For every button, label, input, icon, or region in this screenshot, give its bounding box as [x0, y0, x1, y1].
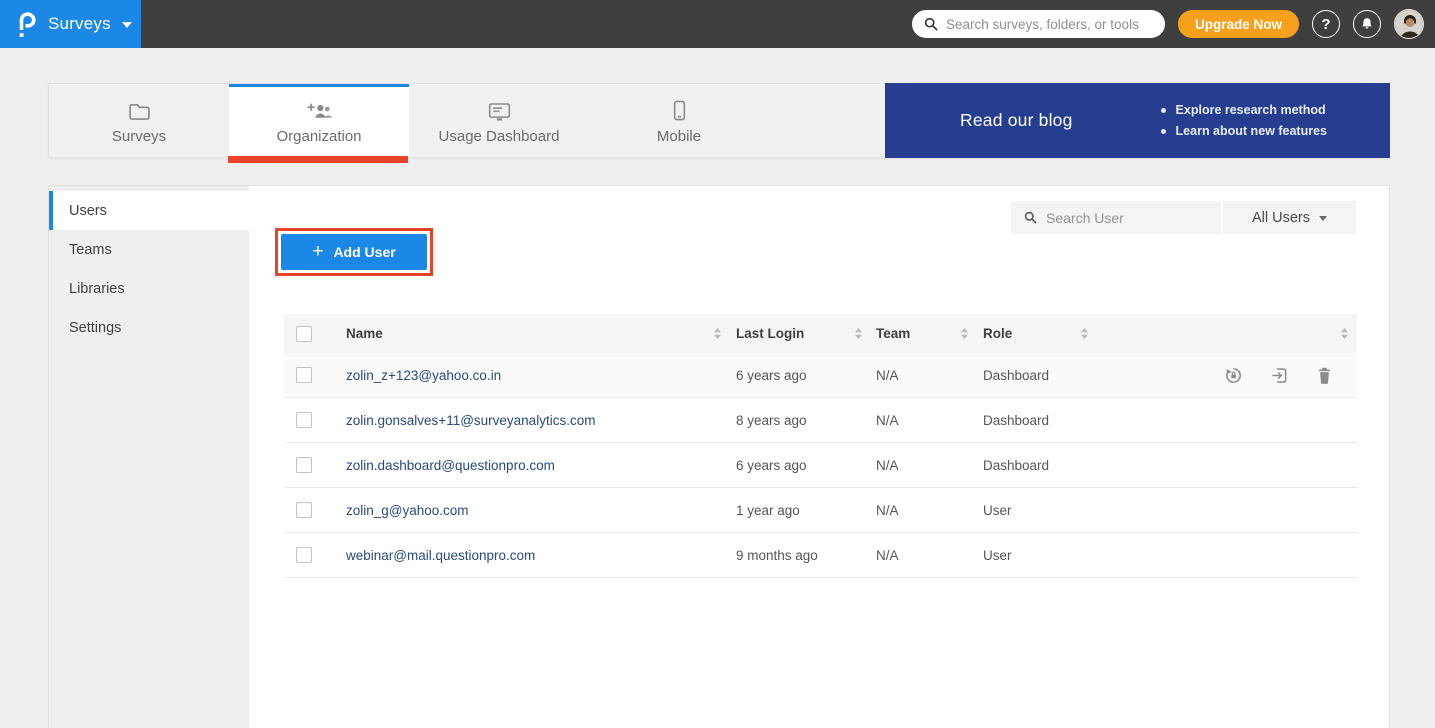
row-checkbox[interactable]: [296, 457, 312, 473]
user-email-link[interactable]: zolin.dashboard@questionpro.com: [346, 458, 555, 473]
brand-product-label: Surveys: [48, 14, 111, 34]
blog-banner-title: Read our blog: [960, 110, 1073, 131]
row-checkbox[interactable]: [296, 502, 312, 518]
table-row: zolin_z+123@yahoo.co.in 6 years ago N/A …: [284, 353, 1357, 398]
sort-icon[interactable]: [960, 327, 969, 340]
blog-bullet-item: Explore research method: [1161, 103, 1327, 117]
user-filter-value: All Users: [1252, 210, 1310, 226]
help-button[interactable]: ?: [1312, 10, 1340, 38]
bullet-dot-icon: [1161, 129, 1166, 134]
questionpro-logo-icon: [15, 11, 37, 38]
plus-icon: +: [312, 242, 323, 261]
column-header-name: Name: [346, 326, 383, 341]
search-user-box[interactable]: [1011, 201, 1221, 234]
sidebar-item-settings[interactable]: Settings: [49, 308, 249, 347]
user-email-link[interactable]: zolin.gonsalves+11@surveyanalytics.com: [346, 413, 595, 428]
team-value: N/A: [876, 548, 899, 563]
users-table-header: Name Last Login Team Role: [284, 314, 1357, 353]
annotation-highlight-underline: [228, 156, 408, 163]
top-bar-actions: Upgrade Now ?: [912, 0, 1424, 48]
global-search-input[interactable]: [946, 17, 1153, 32]
delete-user-icon[interactable]: [1316, 366, 1333, 385]
question-mark-icon: ?: [1321, 16, 1330, 33]
blog-banner-bullets: Explore research method Learn about new …: [1161, 103, 1327, 138]
user-email-link[interactable]: webinar@mail.questionpro.com: [346, 548, 535, 563]
table-row: webinar@mail.questionpro.com 9 months ag…: [284, 533, 1357, 578]
team-value: N/A: [876, 413, 899, 428]
tab-surveys[interactable]: Surveys: [49, 84, 229, 157]
row-checkbox[interactable]: [296, 547, 312, 563]
role-value: Dashboard: [983, 368, 1049, 383]
column-header-role: Role: [983, 326, 1012, 341]
tab-label: Mobile: [657, 128, 701, 145]
user-email-link[interactable]: zolin_z+123@yahoo.co.in: [346, 368, 501, 383]
person-add-icon: [306, 99, 333, 121]
chevron-down-icon: [1319, 216, 1327, 221]
sidebar-item-teams[interactable]: Teams: [49, 230, 249, 269]
reset-password-icon[interactable]: [1224, 366, 1243, 385]
tab-usage-dashboard[interactable]: Usage Dashboard: [409, 84, 589, 157]
login-as-user-icon[interactable]: [1270, 366, 1289, 385]
folder-icon: [128, 99, 151, 121]
tab-label: Organization: [276, 128, 361, 145]
blog-bullet-item: Learn about new features: [1161, 124, 1327, 138]
top-bar: Surveys Upgrade Now ?: [0, 0, 1435, 48]
column-header-last-login: Last Login: [736, 326, 804, 341]
sort-icon[interactable]: [854, 327, 863, 340]
user-email-link[interactable]: zolin_g@yahoo.com: [346, 503, 469, 518]
table-row: zolin.gonsalves+11@surveyanalytics.com 8…: [284, 398, 1357, 443]
team-value: N/A: [876, 503, 899, 518]
sort-icon[interactable]: [1080, 327, 1089, 340]
organization-sidebar: Users Teams Libraries Settings: [49, 186, 249, 728]
last-login-value: 8 years ago: [736, 413, 807, 428]
tab-label: Surveys: [112, 128, 166, 145]
organization-panel: Users Teams Libraries Settings All Users…: [48, 185, 1390, 728]
user-avatar[interactable]: [1394, 9, 1424, 39]
upgrade-now-button[interactable]: Upgrade Now: [1178, 10, 1299, 38]
role-value: User: [983, 503, 1012, 518]
mobile-phone-icon: [673, 99, 686, 121]
search-icon: [1024, 211, 1037, 224]
search-user-input[interactable]: [1046, 210, 1227, 226]
tab-organization[interactable]: Organization: [229, 84, 409, 157]
table-row: zolin.dashboard@questionpro.com 6 years …: [284, 443, 1357, 488]
tab-label: Usage Dashboard: [439, 128, 560, 145]
product-switcher[interactable]: Surveys: [0, 0, 141, 48]
row-checkbox[interactable]: [296, 367, 312, 383]
user-filter-dropdown[interactable]: All Users: [1223, 201, 1356, 234]
bell-icon: [1360, 17, 1374, 31]
role-value: User: [983, 548, 1012, 563]
row-checkbox[interactable]: [296, 412, 312, 428]
sort-icon[interactable]: [713, 327, 722, 340]
sort-icon[interactable]: [1340, 327, 1349, 340]
search-icon: [924, 17, 938, 31]
column-header-team: Team: [876, 326, 910, 341]
module-tab-strip: Surveys Organization: [48, 83, 1390, 158]
add-user-button[interactable]: + Add User: [281, 234, 427, 270]
role-value: Dashboard: [983, 458, 1049, 473]
team-value: N/A: [876, 368, 899, 383]
team-value: N/A: [876, 458, 899, 473]
global-search[interactable]: [912, 10, 1165, 38]
role-value: Dashboard: [983, 413, 1049, 428]
select-all-checkbox[interactable]: [296, 326, 312, 342]
user-list-controls: All Users: [1011, 201, 1356, 234]
read-our-blog-banner[interactable]: Read our blog Explore research method Le…: [885, 83, 1390, 158]
last-login-value: 6 years ago: [736, 458, 807, 473]
annotation-highlight-box: + Add User: [275, 228, 433, 276]
users-content: All Users + Add User Name Last Login: [249, 186, 1389, 728]
sidebar-item-libraries[interactable]: Libraries: [49, 269, 249, 308]
tab-mobile[interactable]: Mobile: [589, 84, 769, 157]
chevron-down-icon: [122, 22, 132, 28]
users-table: Name Last Login Team Role: [284, 314, 1357, 578]
table-row: zolin_g@yahoo.com 1 year ago N/A User: [284, 488, 1357, 533]
bullet-dot-icon: [1161, 108, 1166, 113]
sidebar-item-users[interactable]: Users: [49, 191, 249, 230]
last-login-value: 9 months ago: [736, 548, 818, 563]
dashboard-icon: [488, 99, 511, 121]
notifications-button[interactable]: [1353, 10, 1381, 38]
last-login-value: 6 years ago: [736, 368, 807, 383]
last-login-value: 1 year ago: [736, 503, 800, 518]
